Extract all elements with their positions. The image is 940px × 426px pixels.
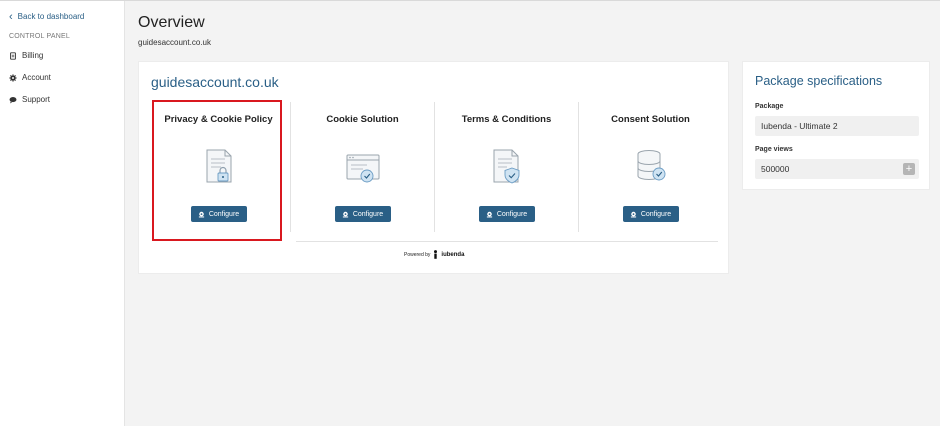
- browser-shield-icon: [346, 154, 379, 183]
- site-card: guidesaccount.co.uk Privacy & Cookie Pol…: [138, 61, 729, 274]
- top-border: [0, 0, 940, 1]
- package-specs-title: Package specifications: [755, 74, 883, 88]
- sidebar: ‹ Back to dashboard CONTROL PANEL Billin…: [0, 1, 125, 426]
- brand-label: iubenda: [441, 251, 465, 258]
- site-title: guidesaccount.co.uk: [151, 74, 279, 90]
- powered-by-label: Powered by: [404, 251, 431, 258]
- back-to-dashboard-link[interactable]: ‹ Back to dashboard: [9, 10, 85, 23]
- chevron-left-icon: ‹: [9, 10, 13, 23]
- package-value: Iubenda - Ultimate 2: [761, 121, 838, 131]
- configure-button[interactable]: Configure: [478, 206, 535, 222]
- pageviews-field: 500000 +: [755, 159, 919, 179]
- product-cookie-solution: Cookie Solution Configure: [291, 102, 434, 232]
- gear-icon: [9, 73, 17, 82]
- divider: [296, 241, 718, 242]
- back-link-label: Back to dashboard: [17, 12, 85, 21]
- configure-button[interactable]: Configure: [334, 206, 391, 222]
- sidebar-item-label: Billing: [22, 51, 44, 60]
- pageviews-value: 500000: [761, 164, 790, 174]
- database-shield-icon: [637, 150, 665, 181]
- sidebar-item-label: Support: [22, 95, 51, 104]
- product-title: Terms & Conditions: [461, 114, 552, 125]
- configure-icon: [630, 211, 636, 217]
- sidebar-item-label: Account: [22, 73, 51, 82]
- iubenda-logo-icon: [434, 250, 438, 259]
- pageviews-label: Page views: [755, 146, 793, 153]
- configure-label: Configure: [352, 210, 384, 218]
- package-specs-card: Package specifications Package Iubenda -…: [742, 61, 930, 190]
- control-panel-label: CONTROL PANEL: [9, 33, 70, 40]
- configure-label: Configure: [640, 210, 672, 218]
- product-title: Consent Solution: [611, 114, 690, 125]
- page-subtitle: guidesaccount.co.uk: [138, 38, 211, 47]
- product-terms-conditions: Terms & Conditions Configure: [435, 102, 578, 232]
- configure-icon: [486, 211, 492, 217]
- product-consent-solution: Consent Solution Configure: [579, 102, 722, 232]
- package-field: Iubenda - Ultimate 2: [755, 116, 919, 136]
- configure-button[interactable]: Configure: [622, 206, 679, 222]
- product-title: Cookie Solution: [326, 114, 399, 125]
- highlight-box: [152, 100, 282, 241]
- sidebar-item-billing[interactable]: Billing: [9, 51, 43, 60]
- sidebar-item-support[interactable]: Support: [9, 95, 50, 104]
- page-title: Overview: [138, 14, 205, 31]
- sidebar-item-account[interactable]: Account: [9, 73, 51, 82]
- document-shield-icon: [493, 149, 519, 184]
- configure-label: Configure: [496, 210, 528, 218]
- package-label: Package: [755, 103, 784, 110]
- powered-by: Powered by iubenda: [404, 250, 464, 259]
- configure-icon: [342, 211, 348, 217]
- billing-icon: [10, 51, 16, 60]
- add-pageviews-button[interactable]: +: [903, 163, 915, 175]
- chat-icon: [9, 96, 17, 103]
